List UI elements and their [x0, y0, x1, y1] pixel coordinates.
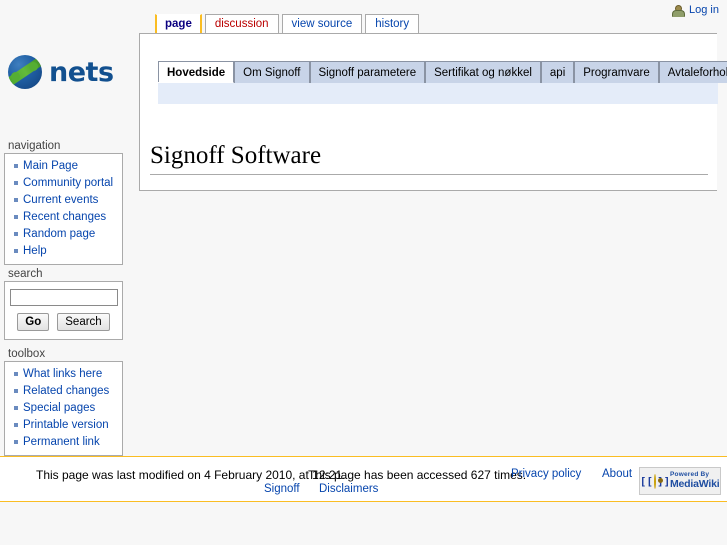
- content-tab-om-signoff[interactable]: Om Signoff: [234, 61, 310, 83]
- toolbox-item-related-changes[interactable]: Related changes: [23, 385, 109, 397]
- footer-about-link[interactable]: About: [602, 468, 632, 480]
- content-tab-sertifikat-og-nokkel[interactable]: Sertifikat og nøkkel: [425, 61, 541, 83]
- list-item: What links here: [5, 366, 122, 383]
- content-tab-signoff-parametere[interactable]: Signoff parametere: [309, 61, 426, 83]
- footer-last-modified: This page was last modified on 4 Februar…: [36, 468, 346, 482]
- tab-discussion[interactable]: discussion: [204, 14, 279, 33]
- tab-page[interactable]: page: [155, 14, 202, 33]
- list-item: Permanent link: [5, 434, 122, 451]
- portlet-toolbox-body: What links here Related changes Special …: [4, 361, 123, 456]
- toolbox-item-printable-version[interactable]: Printable version: [23, 419, 109, 431]
- portlet-search-heading: search: [8, 268, 43, 280]
- list-item: Main Page: [5, 158, 122, 175]
- portlet-search-body: Go Search: [4, 281, 123, 340]
- badge-bracket-left: [[: [639, 474, 653, 488]
- content-area: Hovedside Om Signoff Signoff parametere …: [139, 33, 727, 191]
- list-item: Current events: [5, 192, 122, 209]
- sidebar-item-random-page[interactable]: Random page: [23, 228, 95, 240]
- nets-globe-icon: [8, 55, 42, 89]
- sidebar-item-community-portal[interactable]: Community portal: [23, 177, 113, 189]
- search-input[interactable]: [9, 289, 118, 306]
- tab-history[interactable]: history: [365, 14, 420, 33]
- list-item: Random page: [5, 226, 122, 243]
- list-item: Recent changes: [5, 209, 122, 226]
- badge-text: Powered By MediaWiki: [670, 471, 720, 490]
- sidebar-item-current-events[interactable]: Current events: [23, 194, 98, 206]
- page-title: Signoff Software: [150, 142, 708, 175]
- portlet-search: search Go Search: [0, 268, 131, 340]
- powered-by-mediawiki-badge[interactable]: [[ ]] Powered By MediaWiki: [639, 467, 721, 495]
- footer: This page was last modified on 4 Februar…: [0, 456, 727, 502]
- toolbox-item-permanent-link[interactable]: Permanent link: [23, 436, 100, 448]
- toolbox-item-special-pages[interactable]: Special pages: [23, 402, 95, 414]
- content-tab-api[interactable]: api: [540, 61, 575, 83]
- portlet-navigation-body: Main Page Community portal Current event…: [4, 153, 123, 265]
- content-tab-programvare[interactable]: Programvare: [574, 61, 659, 83]
- search-go-button[interactable]: Go: [17, 313, 50, 331]
- portlet-navigation: navigation Main Page Community portal Cu…: [0, 140, 131, 265]
- portlet-toolbox-heading: toolbox: [8, 348, 46, 360]
- footer-disclaimers-link[interactable]: Disclaimers: [319, 483, 378, 495]
- namespace-tabs: page discussion view source history: [155, 13, 422, 33]
- tab-view-source[interactable]: view source: [281, 14, 363, 33]
- content-tab-row: Hovedside Om Signoff Signoff parametere …: [158, 60, 727, 83]
- personal-bar: Log in: [671, 0, 727, 18]
- list-item: Related changes: [5, 383, 122, 400]
- search-button-group: Go Search: [5, 313, 122, 331]
- list-item: Help: [5, 243, 122, 260]
- portlet-toolbox: toolbox What links here Related changes …: [0, 348, 131, 456]
- list-item: Community portal: [5, 175, 122, 192]
- footer-copyright-link[interactable]: Signoff: [264, 483, 300, 495]
- content-tab-strip: Hovedside Om Signoff Signoff parametere …: [140, 60, 727, 112]
- toolbox-item-what-links-here[interactable]: What links here: [23, 368, 102, 380]
- user-avatar-icon: [671, 4, 686, 17]
- login-link[interactable]: Log in: [689, 4, 719, 16]
- content-tab-underbar: [158, 82, 718, 104]
- mediawiki-sunflower-icon: [[ ]]: [639, 470, 670, 492]
- logo-wordmark: nets: [49, 56, 114, 88]
- content-tab-hovedside[interactable]: Hovedside: [158, 61, 235, 83]
- search-submit-button[interactable]: Search: [57, 313, 110, 331]
- below-footer-area: [0, 502, 727, 545]
- content-tab-avtaleforhold[interactable]: Avtaleforhold: [658, 61, 727, 83]
- content-tab-active-notch: [158, 82, 215, 83]
- badge-mediawiki-label: MediaWiki: [670, 477, 720, 490]
- sidebar-item-recent-changes[interactable]: Recent changes: [23, 211, 106, 223]
- sidebar-item-help[interactable]: Help: [23, 245, 47, 257]
- list-item: Special pages: [5, 400, 122, 417]
- site-logo[interactable]: nets: [8, 48, 128, 96]
- footer-view-count: This page has been accessed 627 times.: [308, 468, 527, 482]
- sidebar-item-main-page[interactable]: Main Page: [23, 160, 78, 172]
- footer-privacy-policy-link[interactable]: Privacy policy: [511, 468, 581, 480]
- list-item: Printable version: [5, 417, 122, 434]
- portlet-navigation-heading: navigation: [8, 140, 61, 152]
